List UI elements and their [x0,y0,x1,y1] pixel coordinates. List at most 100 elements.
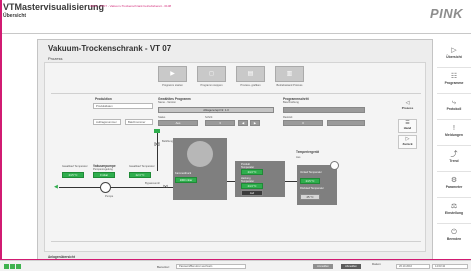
nav-uebersicht[interactable]: ▷ Übersicht [437,44,471,68]
main-nav: ▷ Übersicht ☷ Programme ⤷ Protokoll ! Meldun… [437,40,471,260]
step-extra-value [327,120,365,126]
user-label: Benutzer: [157,265,170,269]
step-description [283,107,365,113]
gear-icon: ⚙ [450,177,458,184]
status-indicator-icon [4,264,9,269]
left-accent [0,0,2,271]
chamber-pressure: 1000 mbar [175,177,197,183]
pump-sub: Pumpenregelung [93,168,113,171]
zurueck-button[interactable]: ▷ Zurück [398,135,417,149]
status-value: Aus [158,120,198,126]
programs-icon: ☷ [450,73,458,80]
right-temp-label: Gasablauf Temperatur [129,165,155,168]
nav-einstellung[interactable]: ⚖ Einstellung [437,200,471,224]
heater-temp-value: 24.5 °C [300,178,320,184]
programmschritt-sub: Beschreibung [283,101,299,104]
auftragsnummer-field[interactable]: Auftragsnummer [93,119,121,125]
app-subtitle: Übersicht [3,13,27,19]
stop-icon: ◻ [209,71,214,77]
start-program-button[interactable]: ▶ [158,66,187,82]
divider [51,93,421,94]
nav-meldungen[interactable]: ! Meldungen [437,122,471,146]
vent-pipe [157,131,158,171]
nav-protokoll[interactable]: ⤷ Protokoll [437,96,471,120]
chamber-label: Kammerdruck [175,172,192,175]
status-label: Status [158,116,166,119]
brand-logo: PINK [429,6,463,21]
heat-heater-pipe [285,181,297,182]
date-label: Datum [372,262,381,266]
heater-title: Temperiergerät [296,150,319,154]
user-field[interactable]: Passwort/Benutzer wechseln [176,264,246,269]
power-icon: ⏻ [451,229,457,236]
panel-subtitle: Prozess [48,56,63,61]
chamber-window [187,141,213,167]
heater-status: Aus [296,156,301,159]
heater-temp-label: Vorlauf Temperatur [300,171,322,174]
heat-value-1: 24.3 °C [241,169,263,175]
overview-icon: ▷ [451,47,457,54]
step-prev-button[interactable]: ◀ [238,120,248,126]
schritt-value: 3 [205,120,235,126]
status-indicator-icon [16,264,21,269]
status-indicators [4,264,22,270]
alert-icon: ! [453,125,455,132]
logout-button[interactable]: Abmelden [341,264,361,269]
programm-sub: Name - Version [158,101,176,104]
process-state-button[interactable]: ▥ [275,66,304,82]
chamber-status: Auf [241,190,263,196]
login-button[interactable]: Anmelden [313,264,333,269]
chamber-heat-pipe [227,181,235,182]
report-icon: ▥ [286,71,293,77]
bypass-label: Bypassventil [145,182,160,185]
graph-icon: ▤ [247,71,254,77]
produktion-title: Produktion [95,97,112,101]
stop-program-label: Programm stoppen [200,84,223,87]
restzeit-value: 0 [283,120,323,126]
program-select[interactable]: Ablagerezept Nr. 1.0 [158,107,274,113]
play-icon: ▶ [170,71,175,77]
heater-temp2-value: 25 °C [300,194,320,200]
batchnummer-field[interactable]: Batchnummer [125,119,153,125]
pump-label: Pumpe [105,195,114,198]
nav-trend[interactable]: ⤴ Trend [437,148,471,172]
heat-value-2: 24.3 °C [241,183,263,189]
step-next-button[interactable]: ▶ [250,120,260,126]
protocol-icon: ⤷ [452,99,456,106]
process-graphics-button[interactable]: ▤ [236,66,265,82]
produktdaten-field[interactable]: Produktdaten [93,103,153,109]
right-temp-value: 22.3 °C [129,172,151,178]
status-bar: Benutzer: Passwort/Benutzer wechseln Anm… [0,260,471,271]
vent-indicator [154,129,160,133]
title-bar: VTMastervisualisierung Übersicht INFO - … [0,0,471,34]
nav-beenden[interactable]: ⏻ Beenden [437,226,471,250]
bottom-divider [51,241,421,242]
nav-parameter[interactable]: ⚙ Parameter [437,174,471,198]
prozess-nav[interactable]: ◁ Prozess [398,100,417,114]
heater-gauge-icon [330,161,339,170]
panel-title: Vakuum-Trockenschrank - VT 07 [48,44,172,53]
date-field: 26.10.2016 [396,264,430,269]
heater-temp2-label: Rücklauf Temperatur [300,187,324,190]
trend-icon: ⤴ [450,151,458,158]
process-state-label: Betriebsstand Prozess [276,84,303,87]
nav-programme[interactable]: ☷ Programme [437,70,471,94]
restzeit-label: Restzeit [283,116,293,119]
app-title: VTMastervisualisierung [3,2,105,12]
schritt-label: Schritt [205,116,213,119]
start-program-label: Programm starten [162,84,183,87]
stop-program-button[interactable]: ◻ [197,66,226,82]
process-graphics-label: Prozess- grafiken [240,84,261,87]
process-panel: Vakuum-Trockenschrank - VT 07 Prozess ▶ … [37,39,433,261]
valve-icon: ⋈ [154,142,160,148]
time-field: 14:03:42 [432,264,468,269]
main-pipe [59,187,173,188]
left-temp-value: 24.5 °C [62,172,84,178]
status-indicator-icon [10,264,15,269]
settings-icon: ⚖ [450,203,458,210]
hand-button[interactable]: ☰ Hand [398,119,417,133]
pump-value: 0 mbar [93,172,115,178]
pump-icon [100,182,111,193]
left-temp-label: Gasablauf Temperatur [62,165,88,168]
process-area: ▶ Programm starten ◻ Programm stoppen ▤ … [44,62,426,252]
